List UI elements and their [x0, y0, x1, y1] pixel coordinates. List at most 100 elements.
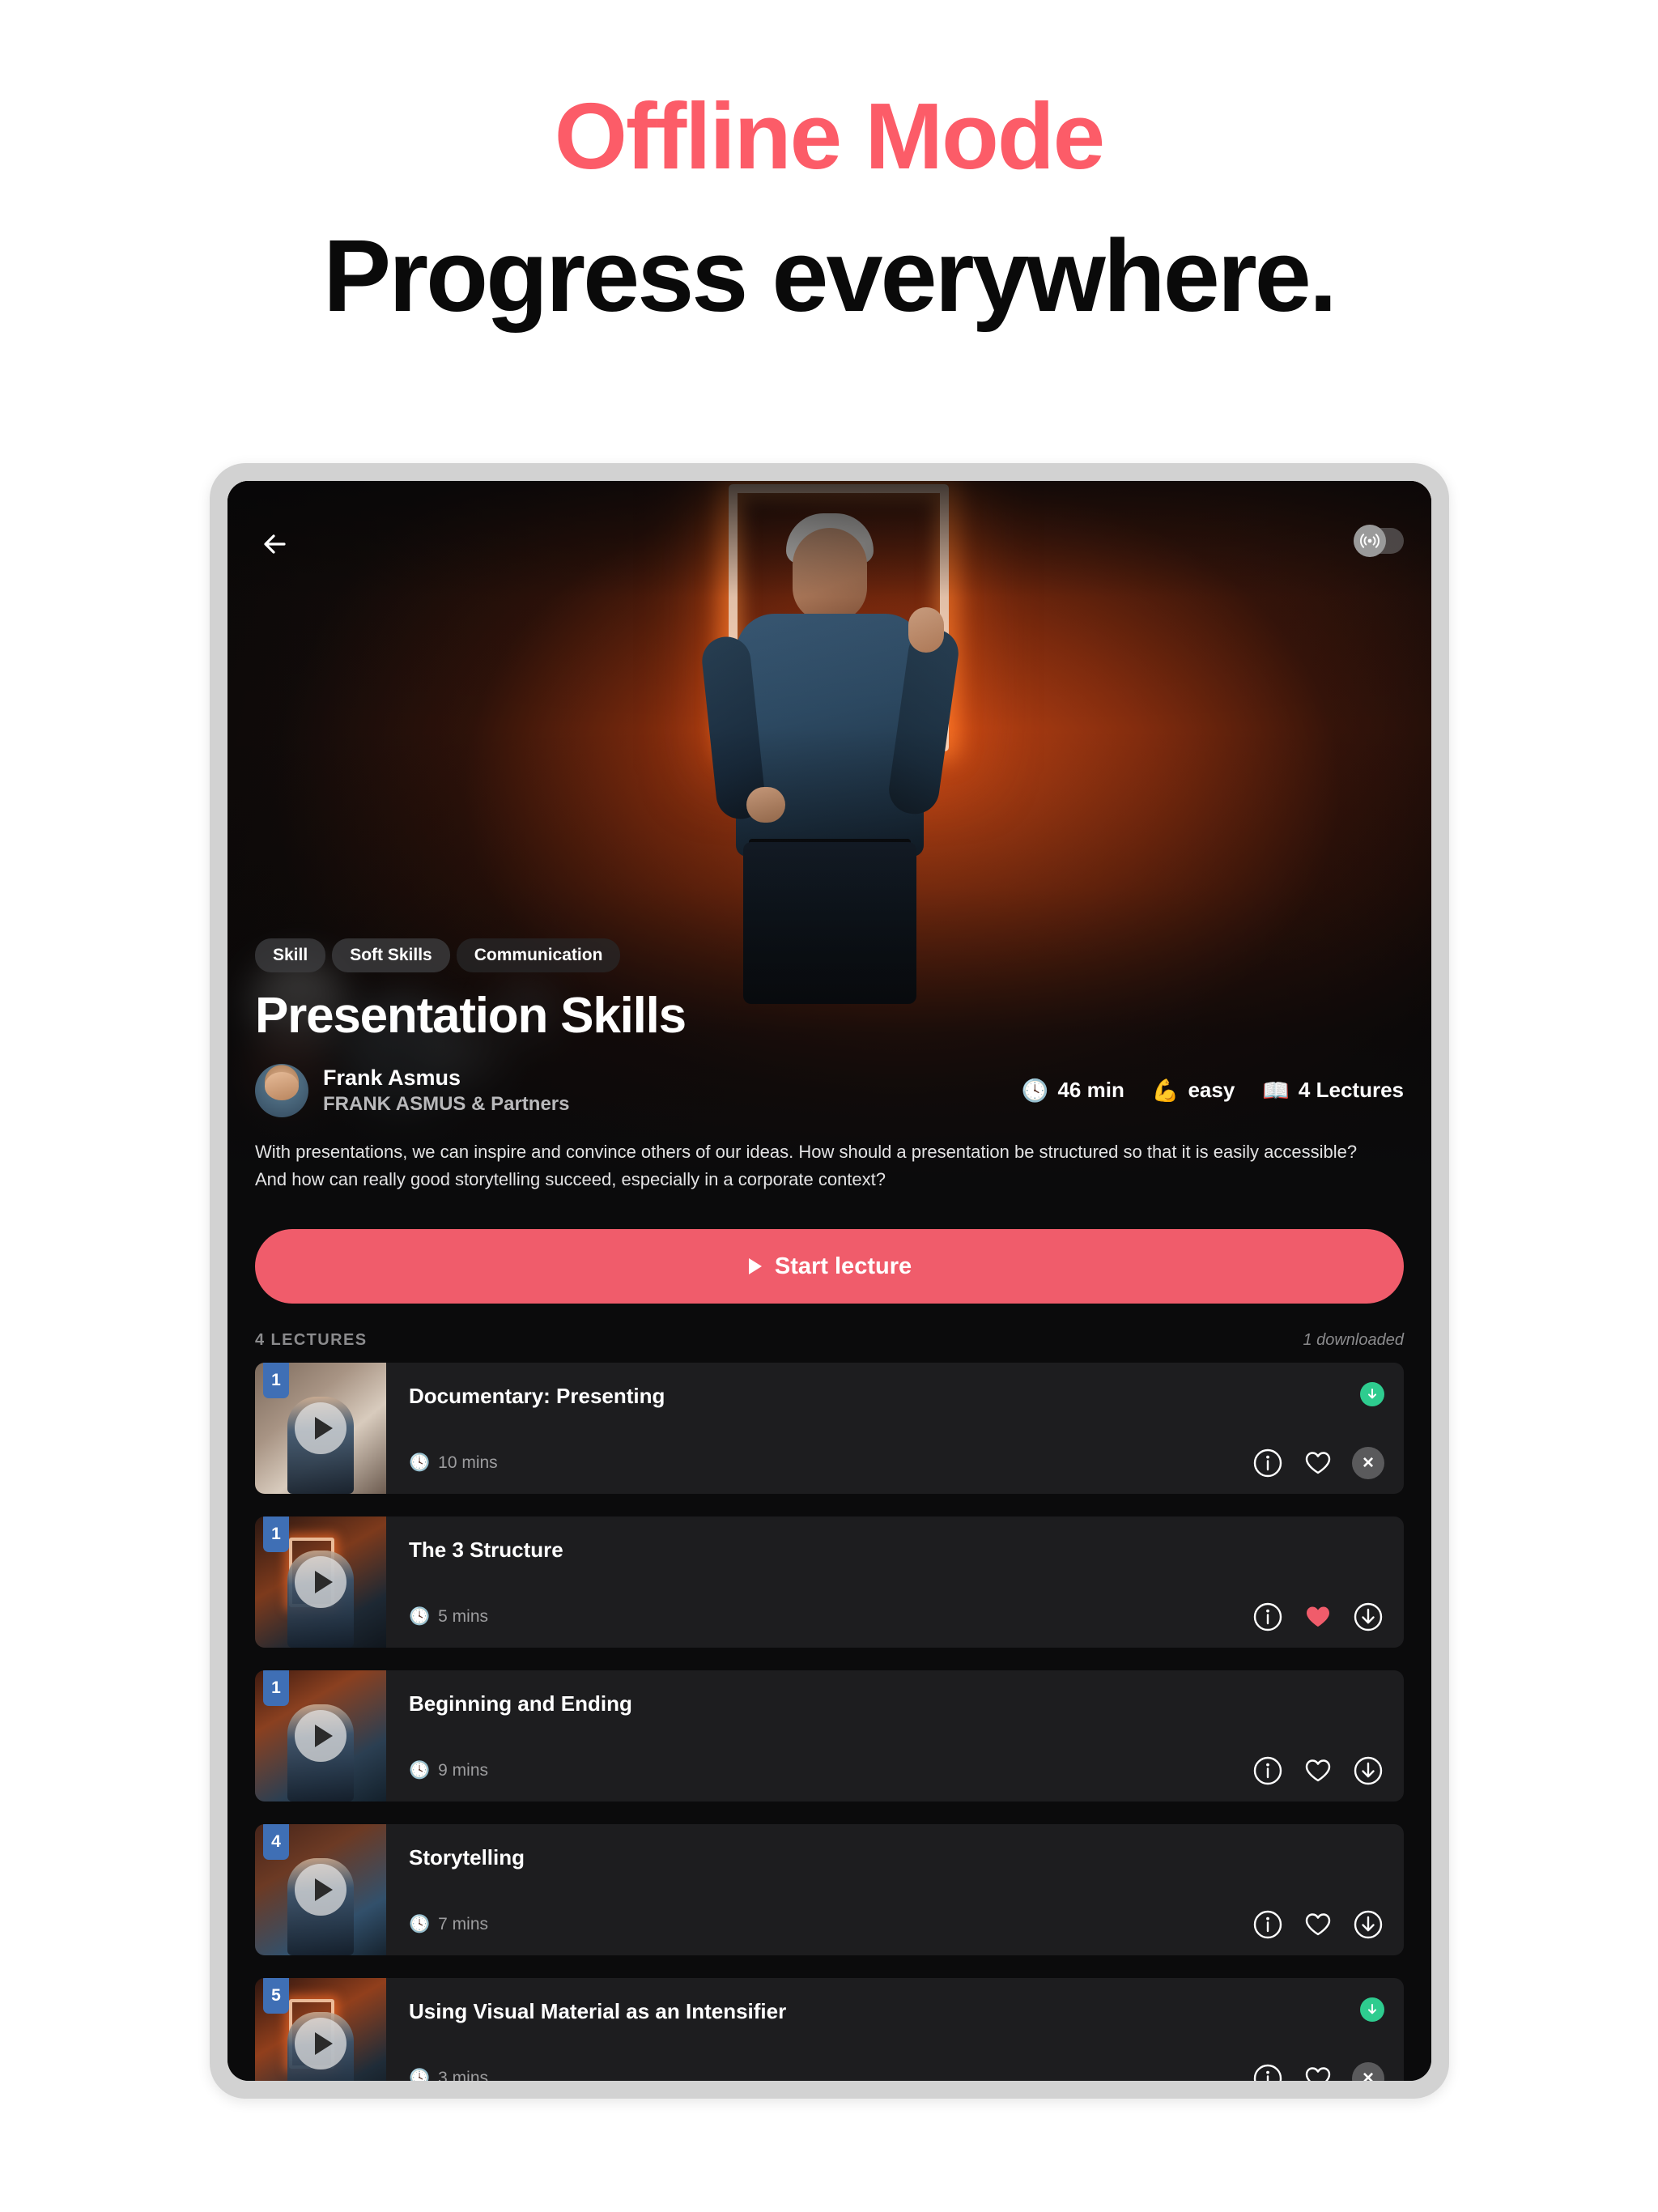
info-button[interactable] — [1252, 1601, 1284, 1633]
lecture-count-label: 4 LECTURES — [255, 1331, 368, 1349]
course-body: Start lecture 4 LECTURES 1 downloaded 1 D… — [227, 1229, 1431, 2081]
clock-icon: 🕓 — [409, 1915, 431, 1933]
lecture-footer: 🕓 3 mins × — [409, 2062, 1384, 2081]
course-tag-skill[interactable]: Skill — [255, 938, 326, 972]
start-lecture-label: Start lecture — [774, 1253, 912, 1279]
lecture-details: Using Visual Material as an Intensifier 🕓… — [386, 1978, 1404, 2081]
info-button[interactable] — [1252, 1447, 1284, 1479]
download-button[interactable] — [1352, 1755, 1384, 1787]
lecture-row[interactable]: 5 Using Visual Material as an Intensifier… — [255, 1978, 1404, 2081]
downloaded-badge — [1360, 1382, 1384, 1406]
lecture-number-badge: 1 — [263, 1670, 289, 1706]
lecture-title: Storytelling — [409, 1845, 525, 1870]
info-button[interactable] — [1252, 1755, 1284, 1787]
lecture-details: Documentary: Presenting 🕓 10 mins × — [386, 1363, 1404, 1494]
clock-icon: 🕓 — [409, 1607, 431, 1626]
play-button[interactable] — [295, 1556, 346, 1608]
marketing-headline: Progress everywhere. — [323, 219, 1337, 333]
course-meta-row: Frank Asmus FRANK ASMUS & Partners 🕓 46 … — [255, 1063, 1404, 1117]
downloaded-check-icon — [1368, 2004, 1376, 2014]
author-organization: FRANK ASMUS & Partners — [323, 1092, 570, 1115]
clock-icon: 🕓 — [409, 1453, 431, 1472]
marketing-eyebrow: Offline Mode — [554, 83, 1105, 189]
lecture-list: 1 Documentary: Presenting 🕓 10 mins × 1 The 3 … — [255, 1363, 1404, 2081]
info-icon — [1253, 2064, 1282, 2081]
favorite-button[interactable] — [1302, 1755, 1334, 1787]
screenshot-root: Offline Mode Progress everywhere. Skill … — [0, 0, 1658, 2212]
lecture-row[interactable]: 1 The 3 Structure 🕓 5 mins — [255, 1516, 1404, 1648]
course-author[interactable]: Frank Asmus FRANK ASMUS & Partners — [255, 1063, 570, 1117]
lecture-duration: 🕓 7 mins — [409, 1915, 488, 1934]
lecture-duration: 🕓 10 mins — [409, 1453, 498, 1473]
lecture-title: Documentary: Presenting — [409, 1384, 665, 1408]
download-icon — [1354, 1910, 1383, 1939]
clock-icon: 🕓 — [1021, 1078, 1049, 1103]
downloaded-badge — [1360, 1997, 1384, 2022]
author-name: Frank Asmus — [323, 1065, 461, 1090]
lecture-title: The 3 Structure — [409, 1538, 563, 1562]
lecture-duration-label: 10 mins — [438, 1453, 498, 1472]
download-button[interactable] — [1352, 1908, 1384, 1941]
lecture-thumbnail[interactable]: 1 — [255, 1363, 386, 1494]
course-tag-list: Skill Soft Skills Communication — [255, 938, 1404, 972]
lecture-details: The 3 Structure 🕓 5 mins — [386, 1516, 1404, 1648]
course-tag-communication[interactable]: Communication — [456, 938, 621, 972]
lecture-thumbnail[interactable]: 1 — [255, 1670, 386, 1802]
offline-mode-toggle[interactable] — [1354, 525, 1404, 557]
lecture-actions: × — [1252, 2062, 1384, 2081]
heart-icon — [1305, 2067, 1331, 2081]
remove-download-button[interactable]: × — [1352, 2062, 1384, 2081]
info-icon — [1253, 1910, 1282, 1939]
lecture-row[interactable]: 1 Beginning and Ending 🕓 9 mins — [255, 1670, 1404, 1802]
play-button[interactable] — [295, 1864, 346, 1916]
lecture-duration: 🕓 9 mins — [409, 1761, 488, 1780]
lecture-duration-label: 7 mins — [438, 1915, 489, 1933]
back-button[interactable] — [257, 523, 299, 565]
heart-icon — [1305, 1913, 1331, 1936]
download-icon — [1354, 1602, 1383, 1631]
lecture-thumbnail[interactable]: 5 — [255, 1978, 386, 2081]
course-tag-soft-skills[interactable]: Soft Skills — [332, 938, 450, 972]
remove-download-button[interactable]: × — [1352, 1447, 1384, 1479]
favorite-button[interactable] — [1302, 2062, 1334, 2081]
toggle-knob — [1354, 525, 1386, 557]
lecture-details: Storytelling 🕓 7 mins — [386, 1824, 1404, 1955]
clock-icon: 🕓 — [409, 1761, 431, 1780]
download-icon — [1354, 1756, 1383, 1785]
lecture-row[interactable]: 1 Documentary: Presenting 🕓 10 mins × — [255, 1363, 1404, 1494]
favorite-button-active[interactable] — [1302, 1601, 1334, 1633]
lecture-list-header: 4 LECTURES 1 downloaded — [255, 1331, 1404, 1350]
course-stats: 🕓 46 min 💪 easy 📖 4 Lectures — [1022, 1078, 1404, 1104]
heart-icon — [1305, 1452, 1331, 1474]
lecture-footer: 🕓 5 mins — [409, 1601, 1384, 1633]
lecture-footer: 🕓 9 mins — [409, 1755, 1384, 1787]
heart-filled-icon — [1307, 1606, 1329, 1627]
play-button[interactable] — [295, 1402, 346, 1454]
lecture-duration-label: 3 mins — [438, 2069, 489, 2081]
start-lecture-button[interactable]: Start lecture — [255, 1229, 1404, 1304]
stat-lecture-count: 📖 4 Lectures — [1262, 1078, 1404, 1104]
play-button[interactable] — [295, 1710, 346, 1762]
favorite-button[interactable] — [1302, 1447, 1334, 1479]
course-title: Presentation Skills — [255, 987, 687, 1044]
info-button[interactable] — [1252, 1908, 1284, 1941]
favorite-button[interactable] — [1302, 1908, 1334, 1941]
broadcast-icon — [1360, 534, 1380, 548]
clock-icon: 🕓 — [409, 2069, 431, 2081]
avatar — [255, 1063, 308, 1117]
hero-content: Skill Soft Skills Communication Presenta… — [227, 938, 1431, 1208]
lecture-title: Using Visual Material as an Intensifier — [409, 1999, 787, 2023]
lecture-thumbnail[interactable]: 4 — [255, 1824, 386, 1955]
play-button[interactable] — [295, 2018, 346, 2069]
lecture-row[interactable]: 4 Storytelling 🕓 7 mins — [255, 1824, 1404, 1955]
info-button[interactable] — [1252, 2062, 1284, 2081]
lecture-actions: × — [1252, 1447, 1384, 1479]
heart-icon — [1305, 1759, 1331, 1782]
download-button[interactable] — [1352, 1601, 1384, 1633]
book-icon: 📖 — [1262, 1078, 1290, 1103]
lecture-thumbnail[interactable]: 1 — [255, 1516, 386, 1648]
lecture-number-badge: 1 — [263, 1363, 289, 1398]
info-icon — [1253, 1602, 1282, 1631]
muscle-icon: 💪 — [1151, 1078, 1180, 1103]
stat-duration: 🕓 46 min — [1022, 1078, 1124, 1104]
